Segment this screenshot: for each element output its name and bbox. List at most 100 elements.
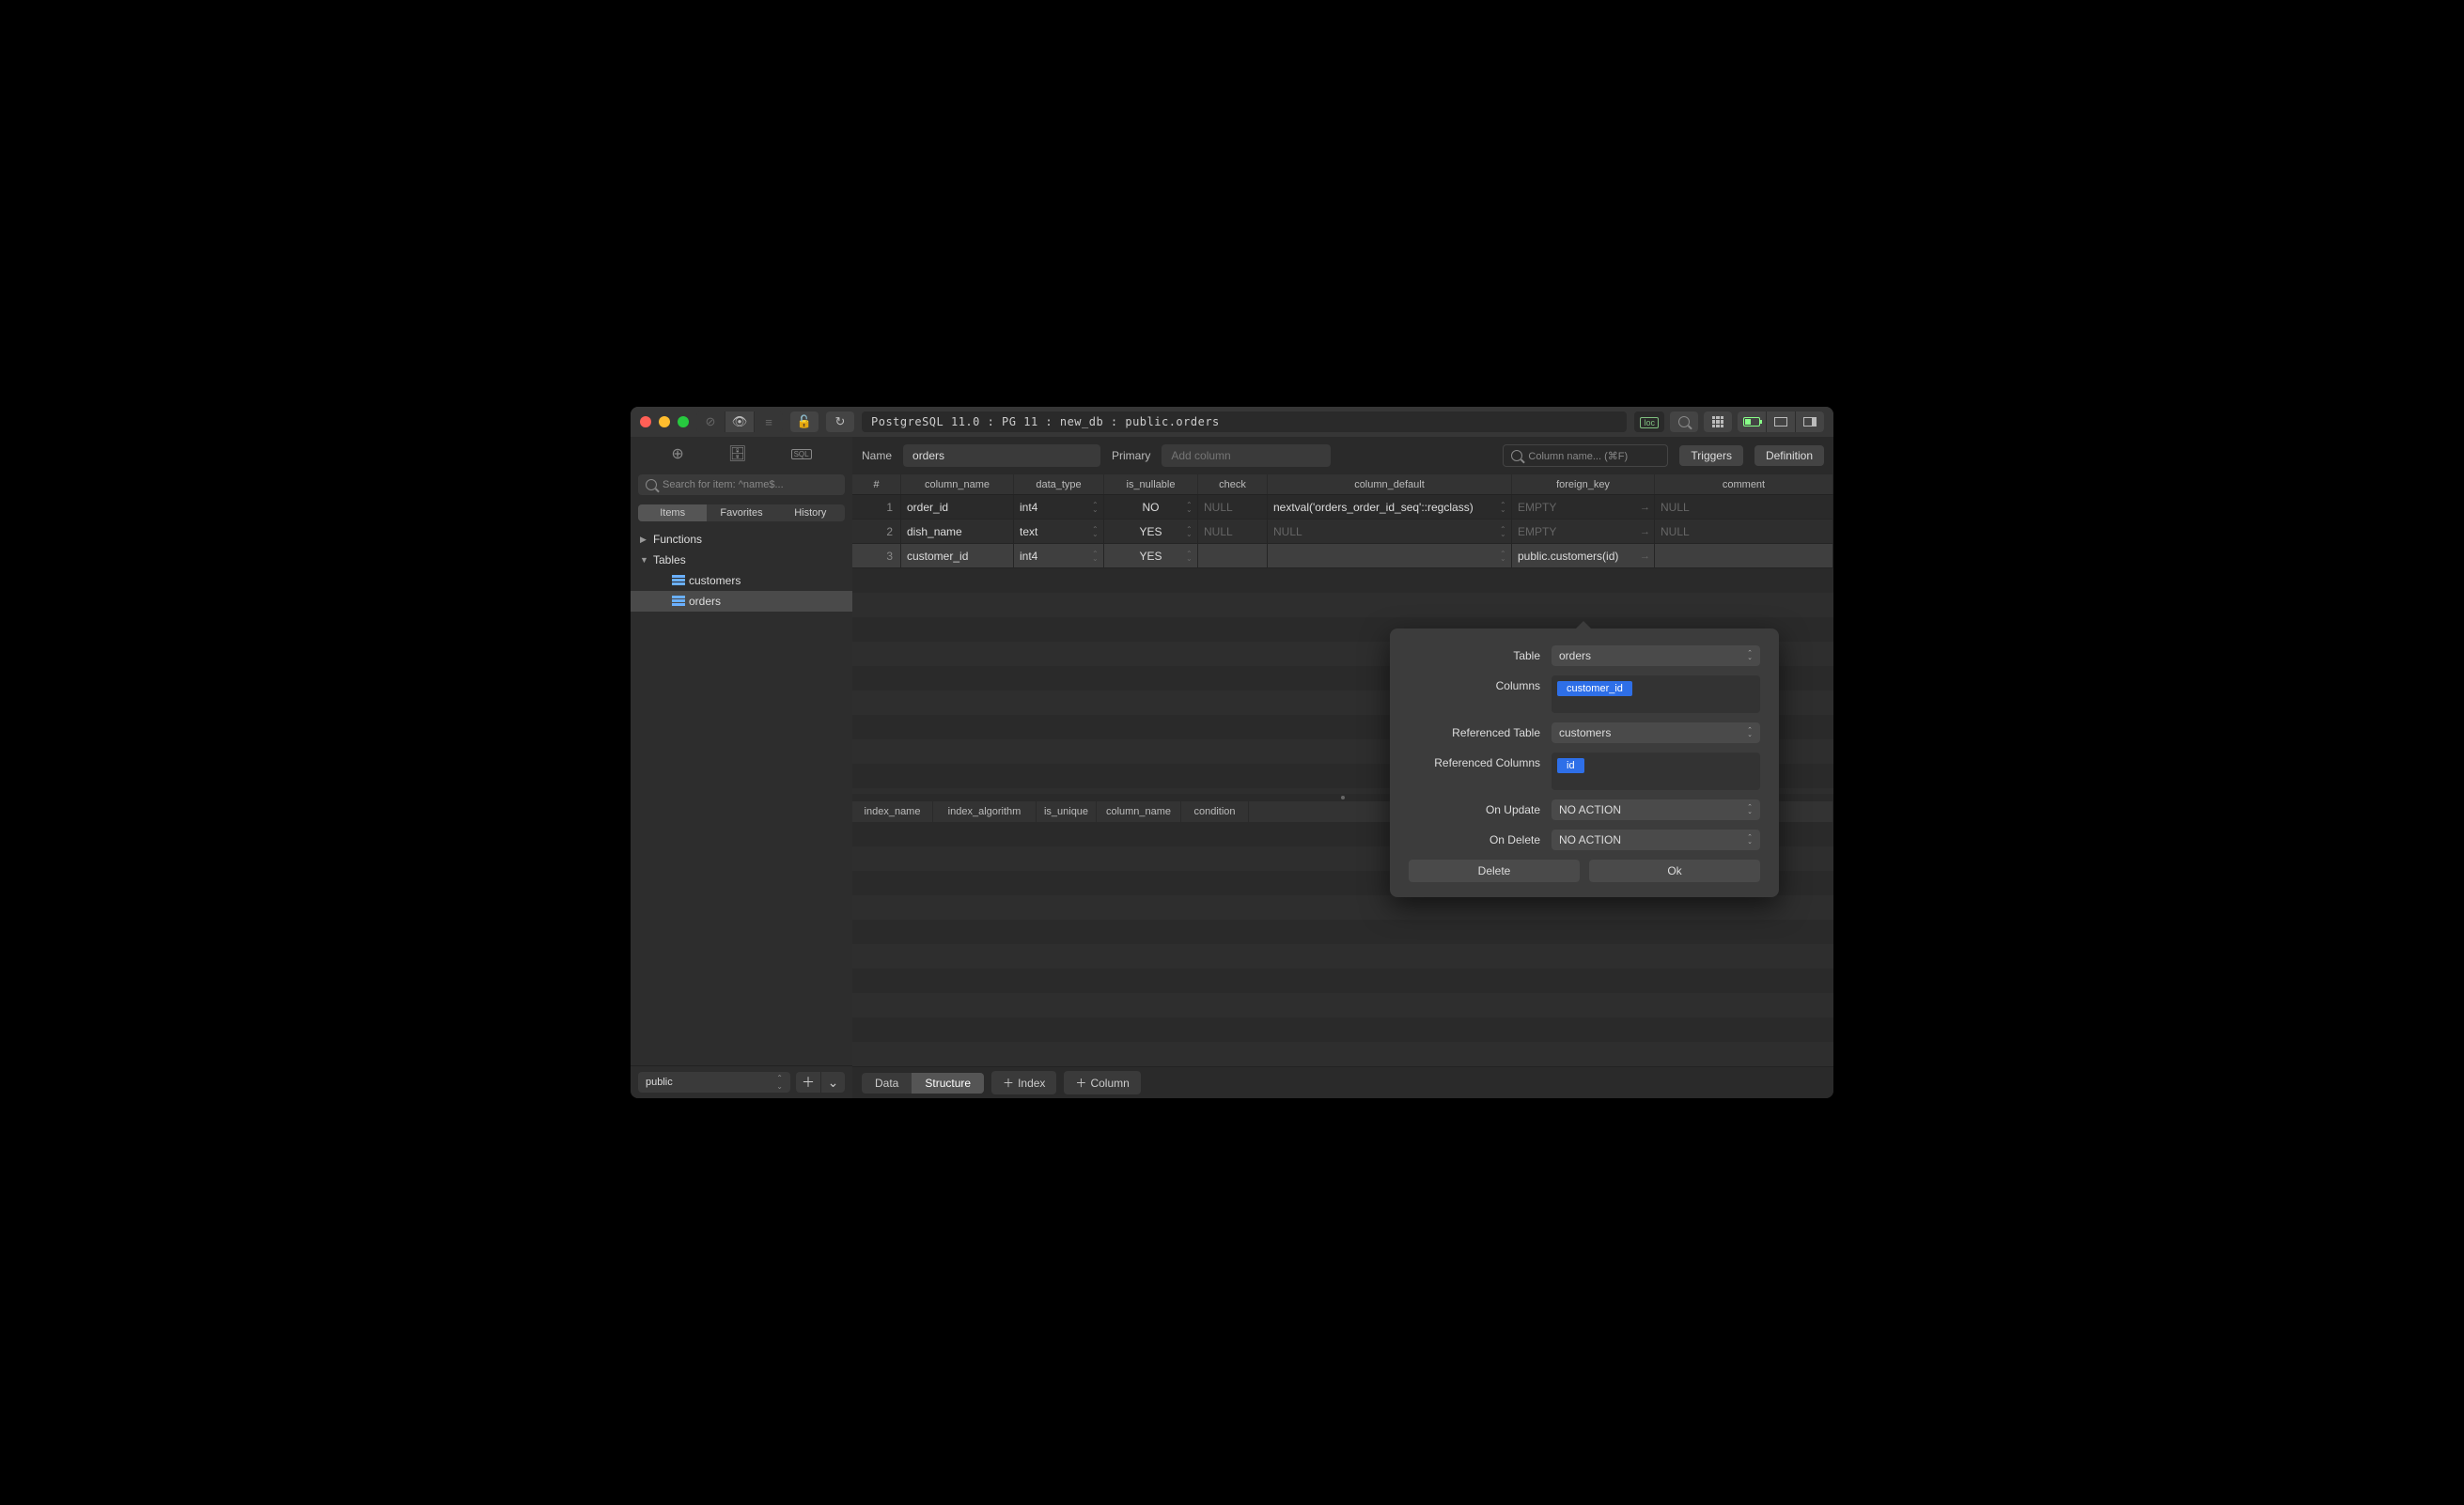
tab-history[interactable]: History xyxy=(776,504,845,521)
stepper-icon[interactable] xyxy=(1092,523,1101,539)
stepper-icon[interactable] xyxy=(1092,548,1101,564)
ref-column-tag[interactable]: id xyxy=(1557,758,1584,773)
cancel-icon[interactable]: ⊘ xyxy=(696,411,725,432)
col-type[interactable]: data_type xyxy=(1014,474,1104,494)
loc-badge: loc xyxy=(1634,411,1664,432)
sql-icon[interactable]: SQL xyxy=(791,449,812,459)
col-name[interactable]: column_name xyxy=(901,474,1014,494)
definition-button[interactable]: Definition xyxy=(1754,445,1824,466)
add-menu-button[interactable]: ⌄ xyxy=(820,1072,845,1093)
search-icon xyxy=(646,479,657,490)
sidebar-search[interactable]: Search for item: ^name$... xyxy=(638,474,845,495)
table-row[interactable]: 1 order_id int4 NO NULL nextval('orders_… xyxy=(852,495,1833,520)
arrow-right-icon: → xyxy=(1640,551,1650,562)
chevron-updown-icon: ⌃⌄ xyxy=(1747,728,1753,737)
arrow-right-icon: → xyxy=(1640,502,1650,513)
sidebar-tabs: Items Favorites History xyxy=(638,504,845,521)
chevron-down-icon: ▼ xyxy=(640,555,649,565)
tree-tables[interactable]: ▼ Tables xyxy=(631,550,852,570)
list-icon[interactable]: ≡ xyxy=(755,411,783,432)
home-icon[interactable]: ⊕ xyxy=(671,444,683,463)
breadcrumb[interactable]: PostgreSQL 11.0 : PG 11 : new_db : publi… xyxy=(862,411,1627,432)
chevron-updown-icon: ⌃⌄ xyxy=(776,1074,783,1091)
ok-button[interactable]: Ok xyxy=(1589,860,1760,882)
name-label: Name xyxy=(862,449,892,462)
table-row[interactable]: 2 dish_name text YES NULL NULL EMPTY→ NU… xyxy=(852,520,1833,544)
tree-item-customers[interactable]: customers xyxy=(631,570,852,591)
columns-tags[interactable]: customer_id xyxy=(1552,675,1760,713)
tree: ▶ Functions ▼ Tables customers orders xyxy=(631,527,852,1065)
sidebar-search-placeholder: Search for item: ^name$... xyxy=(663,479,784,490)
column-tag[interactable]: customer_id xyxy=(1557,681,1632,696)
stepper-icon[interactable] xyxy=(1186,499,1195,515)
ref-table-label: Referenced Table xyxy=(1409,722,1540,739)
eye-icon[interactable]: 👁 xyxy=(725,411,754,432)
primary-input[interactable] xyxy=(1162,444,1331,467)
primary-label: Primary xyxy=(1112,449,1150,462)
on-delete-label: On Delete xyxy=(1409,830,1540,846)
column-search[interactable]: Column name... (⌘F) xyxy=(1503,444,1668,467)
maximize-window-button[interactable] xyxy=(678,416,689,427)
view-segment: Data Structure xyxy=(862,1073,984,1094)
on-update-select[interactable]: NO ACTION⌃⌄ xyxy=(1552,799,1760,820)
search-icon xyxy=(1511,450,1522,461)
on-delete-select[interactable]: NO ACTION⌃⌄ xyxy=(1552,830,1760,850)
add-column-button[interactable]: ＋Column xyxy=(1064,1071,1140,1094)
search-icon[interactable] xyxy=(1670,411,1698,432)
arrow-right-icon: → xyxy=(1640,526,1650,537)
sidebar: ⊕ 🗄 SQL Search for item: ^name$... Items… xyxy=(631,437,852,1098)
battery-icon xyxy=(1738,411,1766,432)
grid-header: # column_name data_type is_nullable chec… xyxy=(852,474,1833,495)
ref-table-select[interactable]: customers⌃⌄ xyxy=(1552,722,1760,743)
close-window-button[interactable] xyxy=(640,416,651,427)
triggers-button[interactable]: Triggers xyxy=(1679,445,1743,466)
col-check[interactable]: check xyxy=(1198,474,1268,494)
seg-data[interactable]: Data xyxy=(862,1073,912,1094)
chevron-updown-icon: ⌃⌄ xyxy=(1747,805,1753,815)
stepper-icon[interactable] xyxy=(1092,499,1101,515)
col-default[interactable]: column_default xyxy=(1268,474,1512,494)
foreign-key-popover: Table orders⌃⌄ Columns customer_id Refer… xyxy=(1390,628,1779,897)
on-update-label: On Update xyxy=(1409,799,1540,816)
bottombar: Data Structure ＋Index ＋Column xyxy=(852,1066,1833,1098)
stepper-icon[interactable] xyxy=(1500,499,1509,515)
database-icon[interactable]: 🗄 xyxy=(728,444,747,463)
refresh-icon[interactable]: ↻ xyxy=(826,411,854,432)
panel-right-icon[interactable] xyxy=(1796,411,1824,432)
name-input[interactable] xyxy=(903,444,1100,467)
delete-button[interactable]: Delete xyxy=(1409,860,1580,882)
window-controls xyxy=(640,416,689,427)
tab-favorites[interactable]: Favorites xyxy=(707,504,775,521)
stepper-icon[interactable] xyxy=(1500,548,1509,564)
stepper-icon[interactable] xyxy=(1500,523,1509,539)
table-select[interactable]: orders⌃⌄ xyxy=(1552,645,1760,666)
titlebar: ⊘ 👁 ≡ 🔓 ↻ PostgreSQL 11.0 : PG 11 : new_… xyxy=(631,407,1833,437)
schema-select[interactable]: public ⌃⌄ xyxy=(638,1072,790,1093)
seg-structure[interactable]: Structure xyxy=(912,1073,984,1094)
col-nullable[interactable]: is_nullable xyxy=(1104,474,1198,494)
table-row[interactable]: 3 customer_id int4 YES public.customers(… xyxy=(852,544,1833,568)
stepper-icon[interactable] xyxy=(1186,523,1195,539)
col-fk[interactable]: foreign_key xyxy=(1512,474,1655,494)
app-window: ⊘ 👁 ≡ 🔓 ↻ PostgreSQL 11.0 : PG 11 : new_… xyxy=(631,407,1833,1098)
table-icon xyxy=(672,596,685,607)
columns-label: Columns xyxy=(1409,675,1540,692)
tab-items[interactable]: Items xyxy=(638,504,707,521)
grid-icon[interactable] xyxy=(1704,411,1732,432)
minimize-window-button[interactable] xyxy=(659,416,670,427)
tree-functions[interactable]: ▶ Functions xyxy=(631,529,852,550)
main-toolbar: Name Primary Column name... (⌘F) Trigger… xyxy=(852,437,1833,474)
add-index-button[interactable]: ＋Index xyxy=(991,1071,1056,1094)
chevron-updown-icon: ⌃⌄ xyxy=(1747,651,1753,660)
col-idx[interactable]: # xyxy=(852,474,901,494)
ref-columns-tags[interactable]: id xyxy=(1552,752,1760,790)
col-comment[interactable]: comment xyxy=(1655,474,1833,494)
tree-item-orders[interactable]: orders xyxy=(631,591,852,612)
ref-columns-label: Referenced Columns xyxy=(1409,752,1540,769)
panel-bottom-icon[interactable] xyxy=(1767,411,1795,432)
chevron-updown-icon: ⌃⌄ xyxy=(1747,835,1753,845)
table-label: Table xyxy=(1409,645,1540,662)
stepper-icon[interactable] xyxy=(1186,548,1195,564)
lock-icon[interactable]: 🔓 xyxy=(790,411,819,432)
add-button[interactable]: ＋ xyxy=(796,1072,820,1093)
